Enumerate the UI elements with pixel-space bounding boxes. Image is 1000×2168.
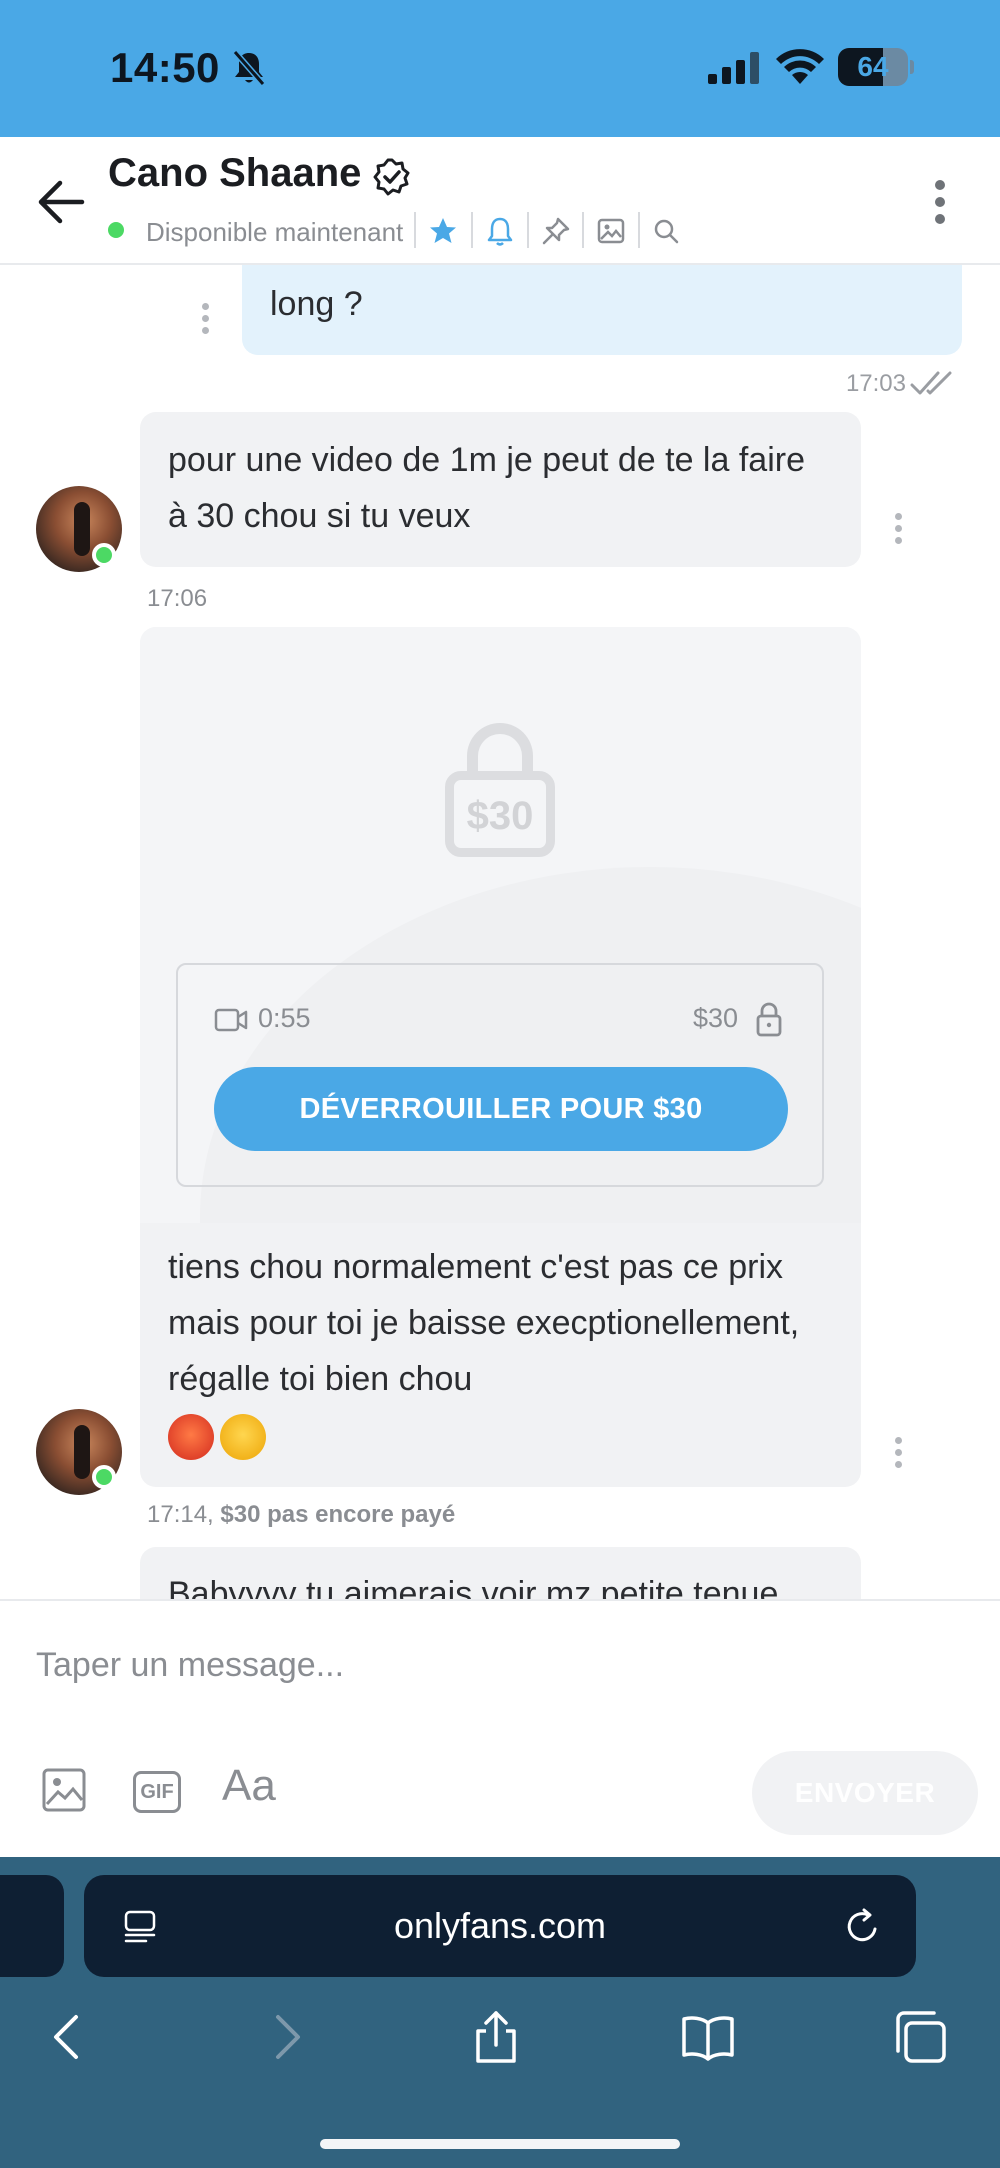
lock-icon: $30 bbox=[445, 723, 555, 857]
bell-off-icon bbox=[232, 50, 266, 86]
video-icon bbox=[214, 1008, 248, 1032]
address-bar[interactable]: onlyfans.com bbox=[84, 1875, 916, 1977]
status-bar: 14:50 64 bbox=[0, 0, 1000, 137]
message-text: pour une video de 1m je peut de te la fa… bbox=[168, 441, 805, 535]
online-indicator bbox=[108, 222, 124, 238]
divider bbox=[471, 212, 473, 248]
bell-icon[interactable] bbox=[484, 215, 516, 247]
image-upload-icon[interactable] bbox=[40, 1765, 90, 1815]
message-input[interactable] bbox=[36, 1625, 956, 1705]
star-icon[interactable] bbox=[427, 215, 459, 247]
message-options-icon[interactable] bbox=[893, 513, 903, 547]
message-options-icon[interactable] bbox=[893, 1437, 903, 1471]
divider bbox=[582, 212, 584, 248]
ppv-meta: 17:14, $30 pas encore payé bbox=[147, 1501, 455, 1529]
incoming-message[interactable]: Babyyyy tu aimerais voir mz petite tenue bbox=[140, 1547, 861, 1599]
incoming-message[interactable]: pour une video de 1m je peut de te la fa… bbox=[140, 412, 861, 567]
ppv-details: 0:55 $30 DÉVERROUILLER POUR $30 bbox=[176, 963, 824, 1187]
availability-status: Disponible maintenant bbox=[146, 217, 404, 247]
battery-indicator: 64 bbox=[838, 48, 914, 86]
outgoing-message[interactable]: long ? bbox=[242, 265, 962, 355]
locked-media-preview: $30 0:55 $30 DÉVERROUILLER POUR $30 bbox=[140, 627, 861, 1223]
message-list[interactable]: long ? 17:03 pour une video de 1m je peu… bbox=[0, 265, 1000, 1599]
chat-header: Cano Shaane Disponible maintenant bbox=[0, 137, 1000, 265]
message-time: 17:14, bbox=[147, 1501, 214, 1528]
forward-icon[interactable] bbox=[258, 2009, 314, 2065]
hot-face-emoji bbox=[168, 1414, 214, 1461]
message-text: Babyyyy tu aimerais voir mz petite tenue bbox=[168, 1575, 779, 1599]
back-arrow-icon[interactable] bbox=[36, 177, 88, 227]
bookmarks-icon[interactable] bbox=[680, 2009, 736, 2065]
message-text: tiens chou normalement c'est pas ce prix… bbox=[168, 1248, 800, 1398]
payment-status: $30 pas encore payé bbox=[220, 1501, 456, 1528]
cellular-signal-icon bbox=[708, 52, 759, 84]
lock-icon bbox=[756, 1002, 782, 1037]
contact-name[interactable]: Cano Shaane bbox=[108, 151, 361, 196]
browser-toolbar: onlyfans.com bbox=[0, 1857, 1000, 2168]
more-vertical-icon[interactable] bbox=[930, 177, 950, 227]
face-with-open-eyes-and-hand-over-mouth-emoji bbox=[220, 1414, 266, 1461]
wifi-icon bbox=[776, 49, 824, 84]
pin-icon[interactable] bbox=[540, 215, 572, 247]
ppv-message[interactable]: $30 0:55 $30 DÉVERROUILLER POUR $30 tien… bbox=[140, 627, 861, 1487]
message-time: 17:06 bbox=[147, 585, 208, 612]
tabs-icon[interactable] bbox=[892, 2009, 948, 2065]
read-receipt-icon bbox=[910, 371, 952, 395]
divider bbox=[638, 212, 640, 248]
message-composer: GIF Aa ENVOYER bbox=[0, 1599, 1000, 1857]
previous-tab[interactable] bbox=[0, 1875, 64, 1977]
message-text: long ? bbox=[270, 285, 363, 323]
reload-icon[interactable] bbox=[842, 1907, 882, 1947]
online-indicator bbox=[92, 1465, 116, 1489]
message-time: 17:03 bbox=[845, 370, 906, 397]
divider bbox=[527, 212, 529, 248]
online-indicator bbox=[92, 543, 116, 567]
gallery-icon[interactable] bbox=[595, 215, 627, 247]
ppv-price: $30 bbox=[692, 1003, 738, 1033]
search-icon[interactable] bbox=[650, 215, 682, 247]
message-options-icon[interactable] bbox=[200, 303, 210, 337]
lock-price: $30 bbox=[466, 794, 534, 838]
gif-icon[interactable]: GIF bbox=[133, 1771, 181, 1813]
url-text: onlyfans.com bbox=[393, 1905, 607, 1946]
video-duration: 0:55 bbox=[258, 1003, 311, 1033]
send-button[interactable]: ENVOYER bbox=[752, 1751, 978, 1835]
status-time: 14:50 bbox=[110, 44, 220, 91]
battery-percent: 64 bbox=[857, 51, 889, 82]
text-format-button[interactable]: Aa bbox=[222, 1761, 276, 1811]
divider bbox=[414, 212, 416, 248]
ppv-caption: tiens chou normalement c'est pas ce prix… bbox=[168, 1239, 838, 1463]
verified-icon bbox=[373, 158, 410, 196]
unlock-button[interactable]: DÉVERROUILLER POUR $30 bbox=[214, 1067, 788, 1151]
back-icon[interactable] bbox=[40, 2009, 96, 2065]
home-indicator bbox=[320, 2139, 680, 2149]
share-icon[interactable] bbox=[468, 2009, 524, 2065]
